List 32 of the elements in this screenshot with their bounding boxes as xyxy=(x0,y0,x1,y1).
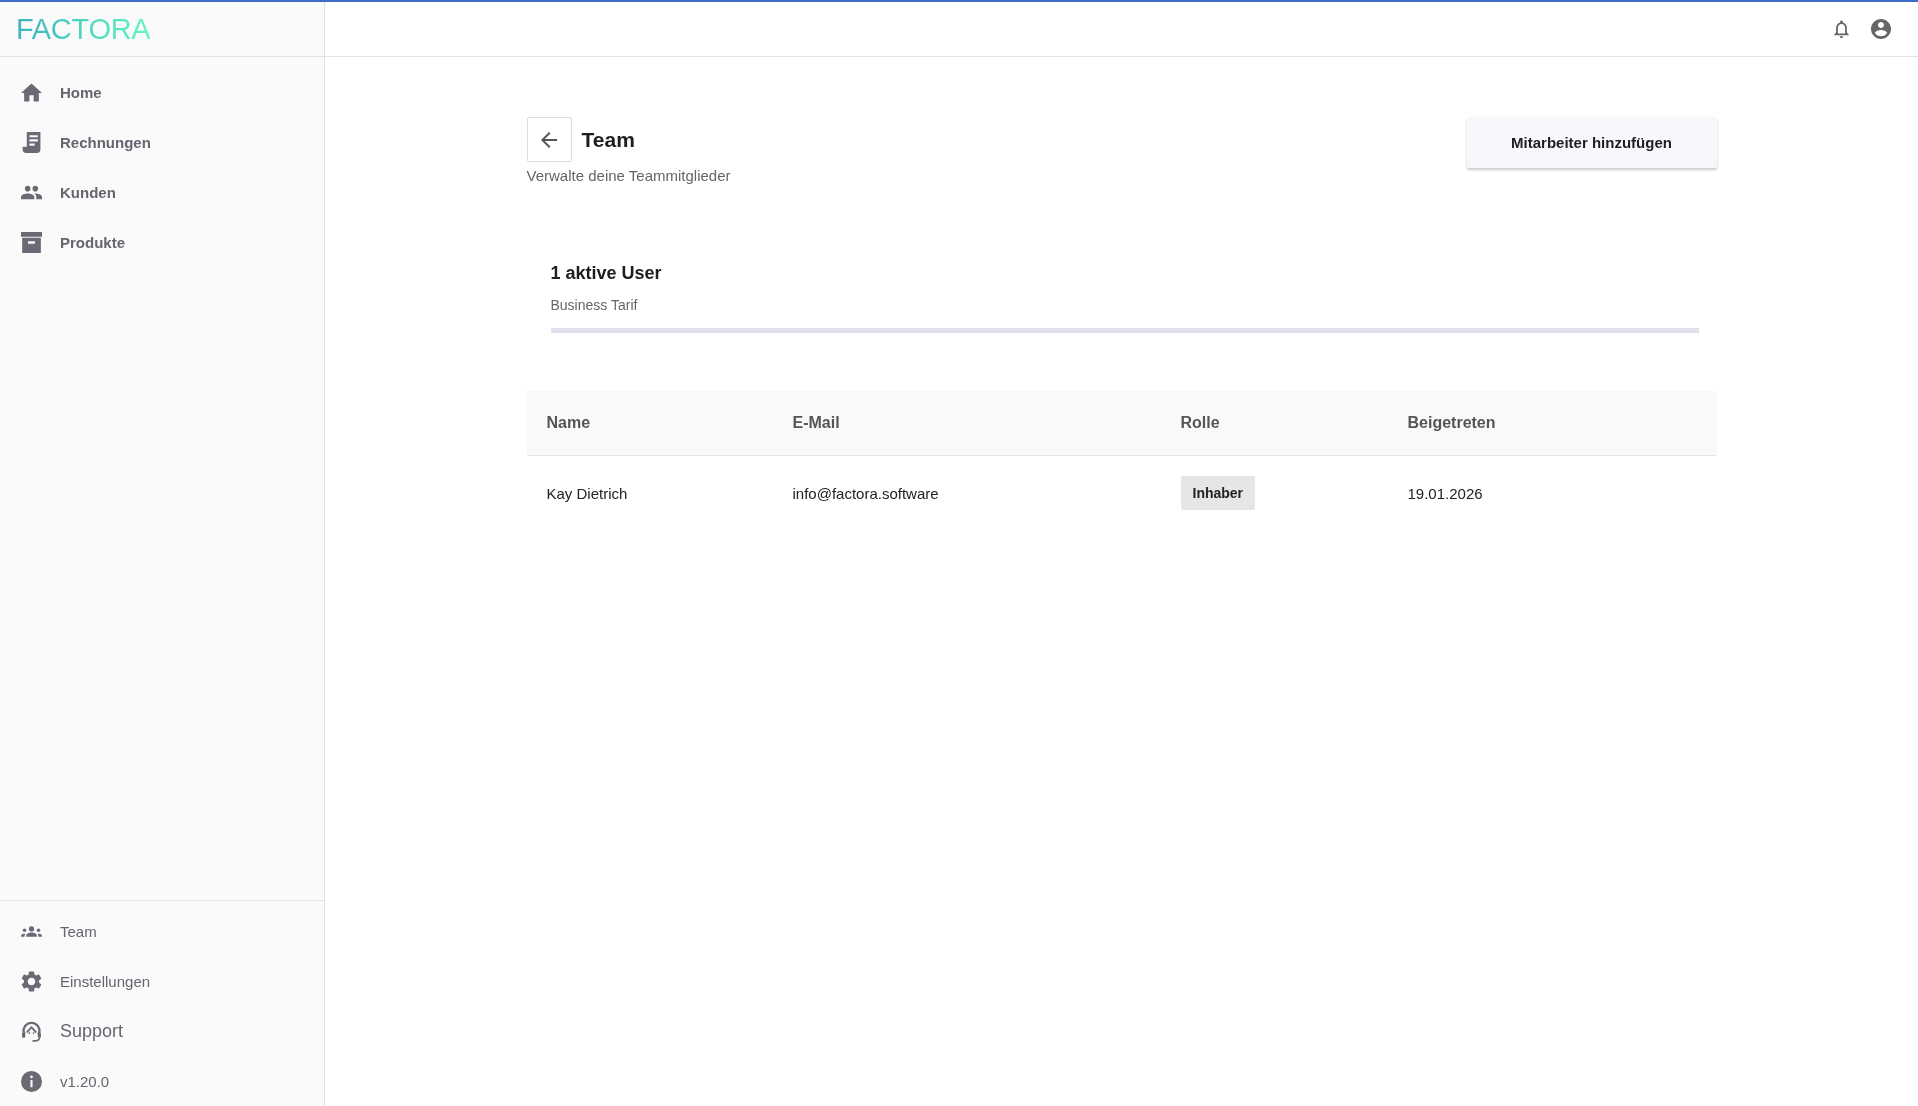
page-subtitle: Verwalte deine Teammitglieder xyxy=(526,167,731,184)
column-header: Rolle xyxy=(1180,414,1220,432)
sidebar-item[interactable]: Rechnungen xyxy=(0,117,324,167)
table-cell: info@factora.software xyxy=(792,484,939,502)
add-employee-button[interactable]: Mitarbeiter hinzufügen xyxy=(1466,117,1717,168)
settings-icon xyxy=(21,970,42,992)
sidebar-item[interactable]: v1.20.0 xyxy=(0,1056,324,1106)
headset-icon xyxy=(21,1020,42,1042)
sidebar-item[interactable]: Team xyxy=(0,906,324,956)
table-cell: Kay Dietrich xyxy=(546,484,628,502)
role-badge: Inhaber xyxy=(1180,476,1256,510)
sidebar-item[interactable]: Einstellungen xyxy=(0,956,324,1006)
plan-subtitle: Business Tarif xyxy=(550,296,638,314)
back-button[interactable] xyxy=(526,117,572,162)
archive-box-icon xyxy=(21,231,42,253)
sidebar-item[interactable]: Support xyxy=(0,1006,324,1056)
page-title: Team xyxy=(581,127,635,152)
column-header: Name xyxy=(546,414,591,432)
column-header: E-Mail xyxy=(792,414,840,432)
group-icon xyxy=(21,925,42,937)
plan-title: 1 aktive User xyxy=(550,262,662,284)
sidebar-item[interactable]: Kunden xyxy=(0,167,324,217)
table-cell: 19.01.2026 xyxy=(1407,484,1483,502)
sidebar-item[interactable]: Home xyxy=(0,67,324,117)
info-icon xyxy=(21,1070,42,1092)
column-header: Beigetreten xyxy=(1407,414,1496,432)
sidebar-item[interactable]: Produkte xyxy=(0,217,324,267)
receipt-icon xyxy=(21,131,42,153)
arrow-left-icon xyxy=(541,131,557,148)
bell-icon[interactable] xyxy=(1834,20,1849,38)
home-icon xyxy=(21,81,42,103)
account-icon[interactable] xyxy=(1871,19,1891,39)
